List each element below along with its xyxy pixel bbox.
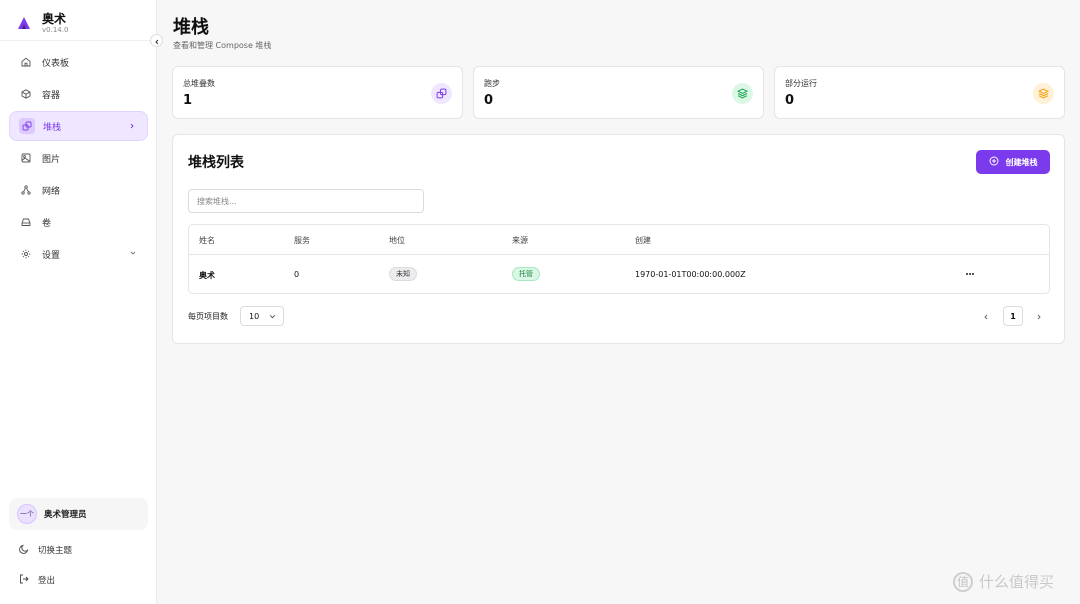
stat-value: 1 [183, 93, 193, 108]
chevron-down-icon [268, 312, 277, 321]
arcane-logo-icon [16, 15, 32, 31]
sidebar-item-label: 仪表板 [42, 58, 70, 69]
user-name: 奥术管理员 [44, 510, 87, 520]
network-icon [19, 183, 33, 197]
watermark: 值 什么值得买 [953, 571, 1054, 592]
chevron-left-icon [983, 309, 989, 323]
stack-icon [19, 118, 35, 134]
next-page-button[interactable] [1030, 307, 1048, 325]
home-icon [19, 55, 33, 69]
brand-version: v0.14.0 [42, 25, 69, 34]
sidebar-item-label: 容器 [42, 90, 61, 101]
layers-icon [732, 83, 753, 104]
chevron-right-icon [1036, 309, 1042, 323]
stacks-table: 姓名 服务 地位 来源 创建 奥术 0 未知 托管 1970-01-01T00:… [188, 224, 1050, 294]
sidebar-item-stacks[interactable]: 堆栈 [9, 111, 148, 141]
avatar: 一个 [17, 504, 37, 524]
sidebar-item-dashboard[interactable]: 仪表板 [9, 47, 148, 77]
page-subtitle: 查看和管理 Compose 堆栈 [173, 41, 272, 50]
sidebar: 奥术 v0.14.0 仪表板 容器 堆栈 图片 网络 卷 设置 一个 奥术管理员… [0, 0, 157, 604]
moon-icon [19, 544, 29, 557]
image-icon [19, 151, 33, 165]
sidebar-item-label: 堆栈 [43, 122, 62, 133]
create-stack-button[interactable]: 创建堆栈 [976, 150, 1050, 174]
source-badge: 托管 [512, 267, 540, 281]
sidebar-item-label: 设置 [42, 250, 61, 261]
stat-label: 跑步 [484, 79, 500, 88]
main-content: 堆栈 查看和管理 Compose 堆栈 总堆叠数 1 跑步 0 部分运行 0 堆… [157, 0, 1080, 604]
collapse-sidebar-button[interactable] [150, 34, 163, 47]
sidebar-item-label: 卷 [42, 218, 52, 229]
more-actions-icon[interactable] [963, 267, 977, 281]
toggle-theme-label: 切换主题 [38, 546, 73, 556]
stack-name[interactable]: 奥术 [199, 270, 215, 281]
chevron-right-icon [127, 121, 137, 131]
sidebar-item-settings[interactable]: 设置 [9, 239, 148, 269]
stack-list-card: 堆栈列表 创建堆栈 姓名 服务 地位 来源 创建 奥术 0 未知 托管 1970… [172, 134, 1065, 344]
chevron-down-icon [128, 248, 138, 258]
status-badge: 未知 [389, 267, 417, 281]
box-icon [19, 87, 33, 101]
watermark-logo: 值 [953, 571, 973, 592]
toggle-theme-button[interactable]: 切换主题 [19, 543, 72, 557]
stat-label: 总堆叠数 [183, 79, 215, 88]
sidebar-item-containers[interactable]: 容器 [9, 79, 148, 109]
services-count: 0 [294, 270, 300, 279]
page-1-button[interactable]: 1 [1003, 306, 1023, 326]
stat-card-total: 总堆叠数 1 [172, 66, 463, 119]
stat-card-partial: 部分运行 0 [774, 66, 1065, 119]
previous-page-button[interactable] [977, 307, 995, 325]
created-date: 1970-01-01T00:00:00.000Z [635, 270, 746, 279]
brand[interactable]: 奥术 v0.14.0 [16, 8, 68, 38]
sidebar-item-label: 图片 [42, 154, 61, 165]
sidebar-item-images[interactable]: 图片 [9, 143, 148, 173]
sidebar-nav: 仪表板 容器 堆栈 图片 网络 卷 设置 [9, 47, 148, 271]
column-header[interactable]: 地位 [389, 235, 405, 246]
user-card[interactable]: 一个 奥术管理员 [9, 498, 148, 530]
logout-label: 登出 [38, 576, 56, 586]
drive-icon [19, 215, 33, 229]
column-header[interactable]: 创建 [635, 235, 651, 246]
sidebar-item-networks[interactable]: 网络 [9, 175, 148, 205]
stat-label: 部分运行 [785, 79, 817, 88]
chevron-left-icon [154, 34, 160, 48]
page-title: 堆栈 [173, 17, 209, 38]
table-header: 姓名 服务 地位 来源 创建 [189, 225, 1049, 255]
stack-icon [431, 83, 452, 104]
create-stack-label: 创建堆栈 [1005, 157, 1038, 167]
watermark-text: 什么值得买 [979, 573, 1055, 591]
sidebar-item-label: 网络 [42, 186, 61, 197]
search-input[interactable] [188, 189, 424, 213]
stat-card-running: 跑步 0 [473, 66, 764, 119]
gear-icon [19, 247, 33, 261]
sidebar-item-volumes[interactable]: 卷 [9, 207, 148, 237]
column-header[interactable]: 服务 [294, 235, 310, 246]
brand-name: 奥术 [42, 11, 67, 26]
logout-button[interactable]: 登出 [19, 573, 55, 587]
card-title: 堆栈列表 [188, 155, 244, 171]
per-page-select[interactable]: 10 [240, 306, 284, 326]
stat-value: 0 [785, 93, 795, 108]
layers-icon [1033, 83, 1054, 104]
divider [0, 40, 157, 41]
stat-value: 0 [484, 93, 494, 108]
logout-icon [19, 574, 29, 587]
table-row[interactable]: 奥术 0 未知 托管 1970-01-01T00:00:00.000Z [189, 255, 1049, 294]
per-page-value: 10 [249, 311, 260, 321]
plus-circle-icon [989, 156, 999, 168]
per-page-label: 每页项目数 [188, 312, 228, 321]
column-header[interactable]: 姓名 [199, 235, 215, 246]
column-header[interactable]: 来源 [512, 235, 528, 246]
